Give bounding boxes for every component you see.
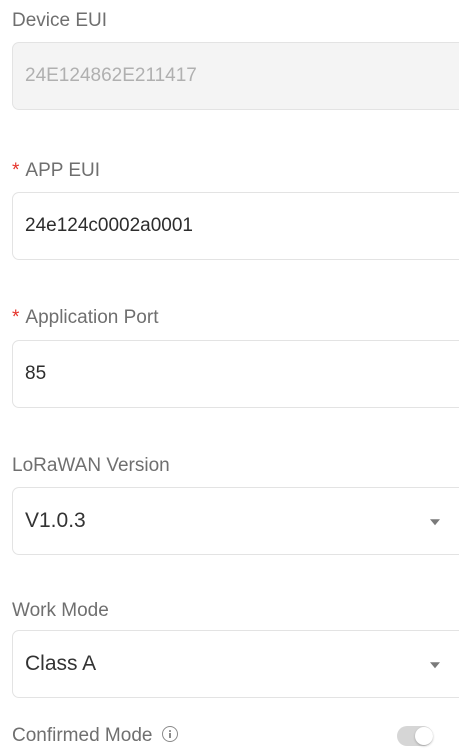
chevron-down-icon bbox=[430, 662, 440, 669]
device-eui-value: 24E124862E211417 bbox=[25, 65, 197, 86]
chevron-down-icon bbox=[430, 519, 440, 526]
app-eui-label: * APP EUI bbox=[12, 160, 100, 182]
device-eui-field: 24E124862E211417 bbox=[12, 42, 459, 110]
app-eui-field[interactable]: 24e124c0002a0001 bbox=[12, 192, 459, 260]
application-port-value: 85 bbox=[25, 363, 47, 384]
application-port-label: * Application Port bbox=[12, 307, 158, 329]
work-mode-label: Work Mode bbox=[12, 600, 109, 621]
lorawan-version-select[interactable]: V1.0.3 bbox=[12, 487, 459, 555]
required-mark: * bbox=[12, 160, 20, 181]
lorawan-version-label: LoRaWAN Version bbox=[12, 455, 170, 476]
toggle-knob bbox=[415, 727, 433, 745]
device-eui-label: Device EUI bbox=[12, 10, 108, 31]
confirmed-mode-label: Confirmed Mode bbox=[12, 725, 179, 747]
app-eui-label-text: APP EUI bbox=[25, 160, 101, 181]
confirmed-mode-toggle[interactable] bbox=[397, 726, 433, 746]
lorawan-version-value: V1.0.3 bbox=[25, 509, 86, 532]
application-port-field[interactable]: 85 bbox=[12, 340, 459, 408]
required-mark: * bbox=[12, 307, 20, 328]
work-mode-select[interactable]: Class A bbox=[12, 630, 459, 698]
work-mode-value: Class A bbox=[25, 652, 97, 675]
app-eui-value: 24e124c0002a0001 bbox=[25, 215, 194, 236]
confirmed-mode-label-text: Confirmed Mode bbox=[12, 725, 153, 746]
info-icon[interactable] bbox=[162, 726, 179, 742]
application-port-label-text: Application Port bbox=[25, 307, 159, 328]
